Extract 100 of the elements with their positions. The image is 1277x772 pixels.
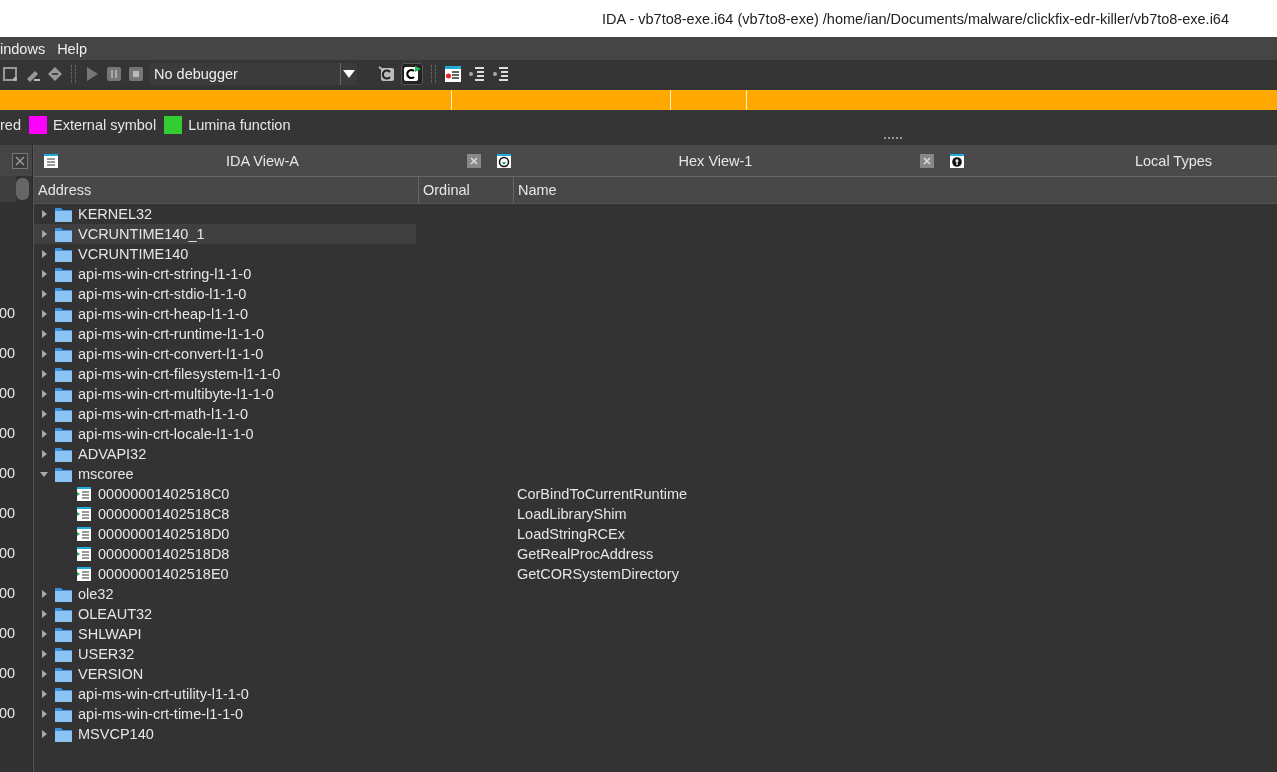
column-header[interactable]: Address bbox=[34, 177, 419, 203]
folder-icon bbox=[55, 586, 72, 602]
table-cell-text: LoadStringRCEx bbox=[516, 525, 625, 544]
expand-arrow-icon[interactable] bbox=[40, 330, 48, 338]
tree-row[interactable]: api-ms-win-crt-filesystem-l1-1-0 bbox=[34, 364, 416, 384]
function-icon bbox=[77, 567, 91, 581]
expand-arrow-icon[interactable] bbox=[40, 670, 48, 678]
expand-arrow-icon[interactable] bbox=[40, 250, 48, 258]
tree-row[interactable]: USER32 bbox=[34, 644, 416, 664]
tree-row[interactable]: SHLWAPI bbox=[34, 624, 416, 644]
tree-row[interactable]: api-ms-win-crt-multibyte-l1-1-0 bbox=[34, 384, 416, 404]
folder-icon bbox=[55, 706, 72, 722]
expand-arrow-icon[interactable] bbox=[40, 710, 48, 718]
tree-row[interactable]: 00000001402518D8 bbox=[34, 544, 416, 564]
column-header[interactable]: Name bbox=[514, 177, 1277, 203]
folder-icon bbox=[55, 286, 72, 302]
expand-arrow-icon[interactable] bbox=[40, 370, 48, 378]
folder-icon bbox=[55, 226, 72, 242]
tree-row[interactable]: MSVCP140 bbox=[34, 724, 416, 744]
list-indent-icon[interactable] bbox=[468, 64, 486, 83]
listing-text: 00 bbox=[0, 544, 17, 563]
folder-icon bbox=[55, 726, 72, 742]
tree-row[interactable]: KERNEL32 bbox=[34, 204, 416, 224]
tree-row[interactable]: api-ms-win-crt-convert-l1-1-0 bbox=[34, 344, 416, 364]
listing-text: 00 bbox=[0, 624, 17, 643]
expand-arrow-icon[interactable] bbox=[40, 650, 48, 658]
folder-icon bbox=[55, 326, 72, 342]
folder-icon bbox=[55, 346, 72, 362]
stop-icon[interactable] bbox=[128, 65, 144, 82]
expand-arrow-icon[interactable] bbox=[40, 390, 48, 398]
diamond-icon[interactable] bbox=[47, 65, 63, 82]
folder-icon bbox=[55, 446, 72, 462]
tree-row[interactable]: VCRUNTIME140_1 bbox=[34, 224, 416, 244]
expand-arrow-icon[interactable] bbox=[40, 470, 48, 478]
tree-row[interactable]: api-ms-win-crt-string-l1-1-0 bbox=[34, 264, 416, 284]
expand-arrow-icon[interactable] bbox=[40, 610, 48, 618]
tree-row[interactable]: api-ms-win-crt-math-l1-1-0 bbox=[34, 404, 416, 424]
function-icon bbox=[77, 487, 91, 501]
selection-icon[interactable] bbox=[3, 65, 19, 82]
close-icon[interactable] bbox=[12, 152, 28, 169]
tab[interactable]: Local Types bbox=[940, 145, 1277, 176]
hex-icon bbox=[497, 153, 511, 168]
tree-row[interactable]: OLEAUT32 bbox=[34, 604, 416, 624]
list-icon[interactable] bbox=[444, 64, 462, 83]
folder-icon bbox=[55, 626, 72, 642]
menu-item[interactable]: Help bbox=[57, 40, 87, 57]
list-indent-icon[interactable] bbox=[492, 64, 510, 83]
tree-row[interactable]: 00000001402518C0 bbox=[34, 484, 416, 504]
expand-arrow-icon[interactable] bbox=[40, 690, 48, 698]
folder-icon bbox=[55, 266, 72, 282]
tree-row[interactable]: ADVAPI32 bbox=[34, 444, 416, 464]
tree-row[interactable]: api-ms-win-crt-heap-l1-1-0 bbox=[34, 304, 416, 324]
splitter-handle[interactable] bbox=[884, 137, 902, 141]
expand-arrow-icon[interactable] bbox=[40, 430, 48, 438]
c-run-icon[interactable] bbox=[401, 62, 423, 85]
close-icon[interactable] bbox=[920, 153, 934, 168]
menu-item[interactable]: indows bbox=[0, 40, 46, 57]
scrollbar-thumb[interactable] bbox=[16, 178, 29, 200]
table-cell-text: CorBindToCurrentRuntime bbox=[516, 485, 688, 504]
listing-text: 00 bbox=[0, 384, 17, 403]
close-icon[interactable] bbox=[467, 153, 481, 168]
expand-arrow-icon[interactable] bbox=[40, 730, 48, 738]
expand-arrow-icon[interactable] bbox=[40, 210, 48, 218]
folder-icon bbox=[55, 386, 72, 402]
expand-arrow-icon[interactable] bbox=[40, 410, 48, 418]
tab[interactable]: IDA View-A bbox=[34, 145, 487, 176]
listing-text: 00 bbox=[0, 504, 17, 523]
expand-arrow-icon[interactable] bbox=[40, 630, 48, 638]
tree-row[interactable]: VCRUNTIME140 bbox=[34, 244, 416, 264]
expand-arrow-icon[interactable] bbox=[40, 310, 48, 318]
tree-row[interactable]: VERSION bbox=[34, 664, 416, 684]
expand-arrow-icon[interactable] bbox=[40, 290, 48, 298]
tree-row[interactable]: api-ms-win-crt-stdio-l1-1-0 bbox=[34, 284, 416, 304]
listing-text: 00 bbox=[0, 304, 17, 323]
tree-row[interactable]: mscoree bbox=[34, 464, 416, 484]
expand-arrow-icon[interactable] bbox=[40, 450, 48, 458]
table-cell-text: LoadLibraryShim bbox=[516, 505, 627, 524]
debugger-select[interactable]: No debugger bbox=[150, 62, 357, 85]
tree-row[interactable]: api-ms-win-crt-time-l1-1-0 bbox=[34, 704, 416, 724]
expand-arrow-icon[interactable] bbox=[40, 590, 48, 598]
play-icon[interactable] bbox=[84, 65, 100, 82]
expand-arrow-icon[interactable] bbox=[40, 350, 48, 358]
listing-icon bbox=[44, 153, 58, 168]
tree-row[interactable]: api-ms-win-crt-locale-l1-1-0 bbox=[34, 424, 416, 444]
tree-row[interactable]: api-ms-win-crt-runtime-l1-1-0 bbox=[34, 324, 416, 344]
listing-text: 00 bbox=[0, 424, 17, 443]
tree-row[interactable]: 00000001402518D0 bbox=[34, 524, 416, 544]
tree-row[interactable]: 00000001402518E0 bbox=[34, 564, 416, 584]
c-icon[interactable] bbox=[377, 64, 395, 83]
expand-arrow-icon[interactable] bbox=[40, 270, 48, 278]
folder-icon bbox=[55, 686, 72, 702]
tree-row[interactable]: ole32 bbox=[34, 584, 416, 604]
pause-icon[interactable] bbox=[106, 65, 122, 82]
tree-row[interactable]: 00000001402518C8 bbox=[34, 504, 416, 524]
table-cell-text: GetCORSystemDirectory bbox=[516, 565, 679, 584]
expand-arrow-icon[interactable] bbox=[40, 230, 48, 238]
folder-icon bbox=[55, 646, 72, 662]
column-header[interactable]: Ordinal bbox=[419, 177, 514, 203]
tree-row[interactable]: api-ms-win-crt-utility-l1-1-0 bbox=[34, 684, 416, 704]
tab[interactable]: Hex View-1 bbox=[487, 145, 940, 176]
